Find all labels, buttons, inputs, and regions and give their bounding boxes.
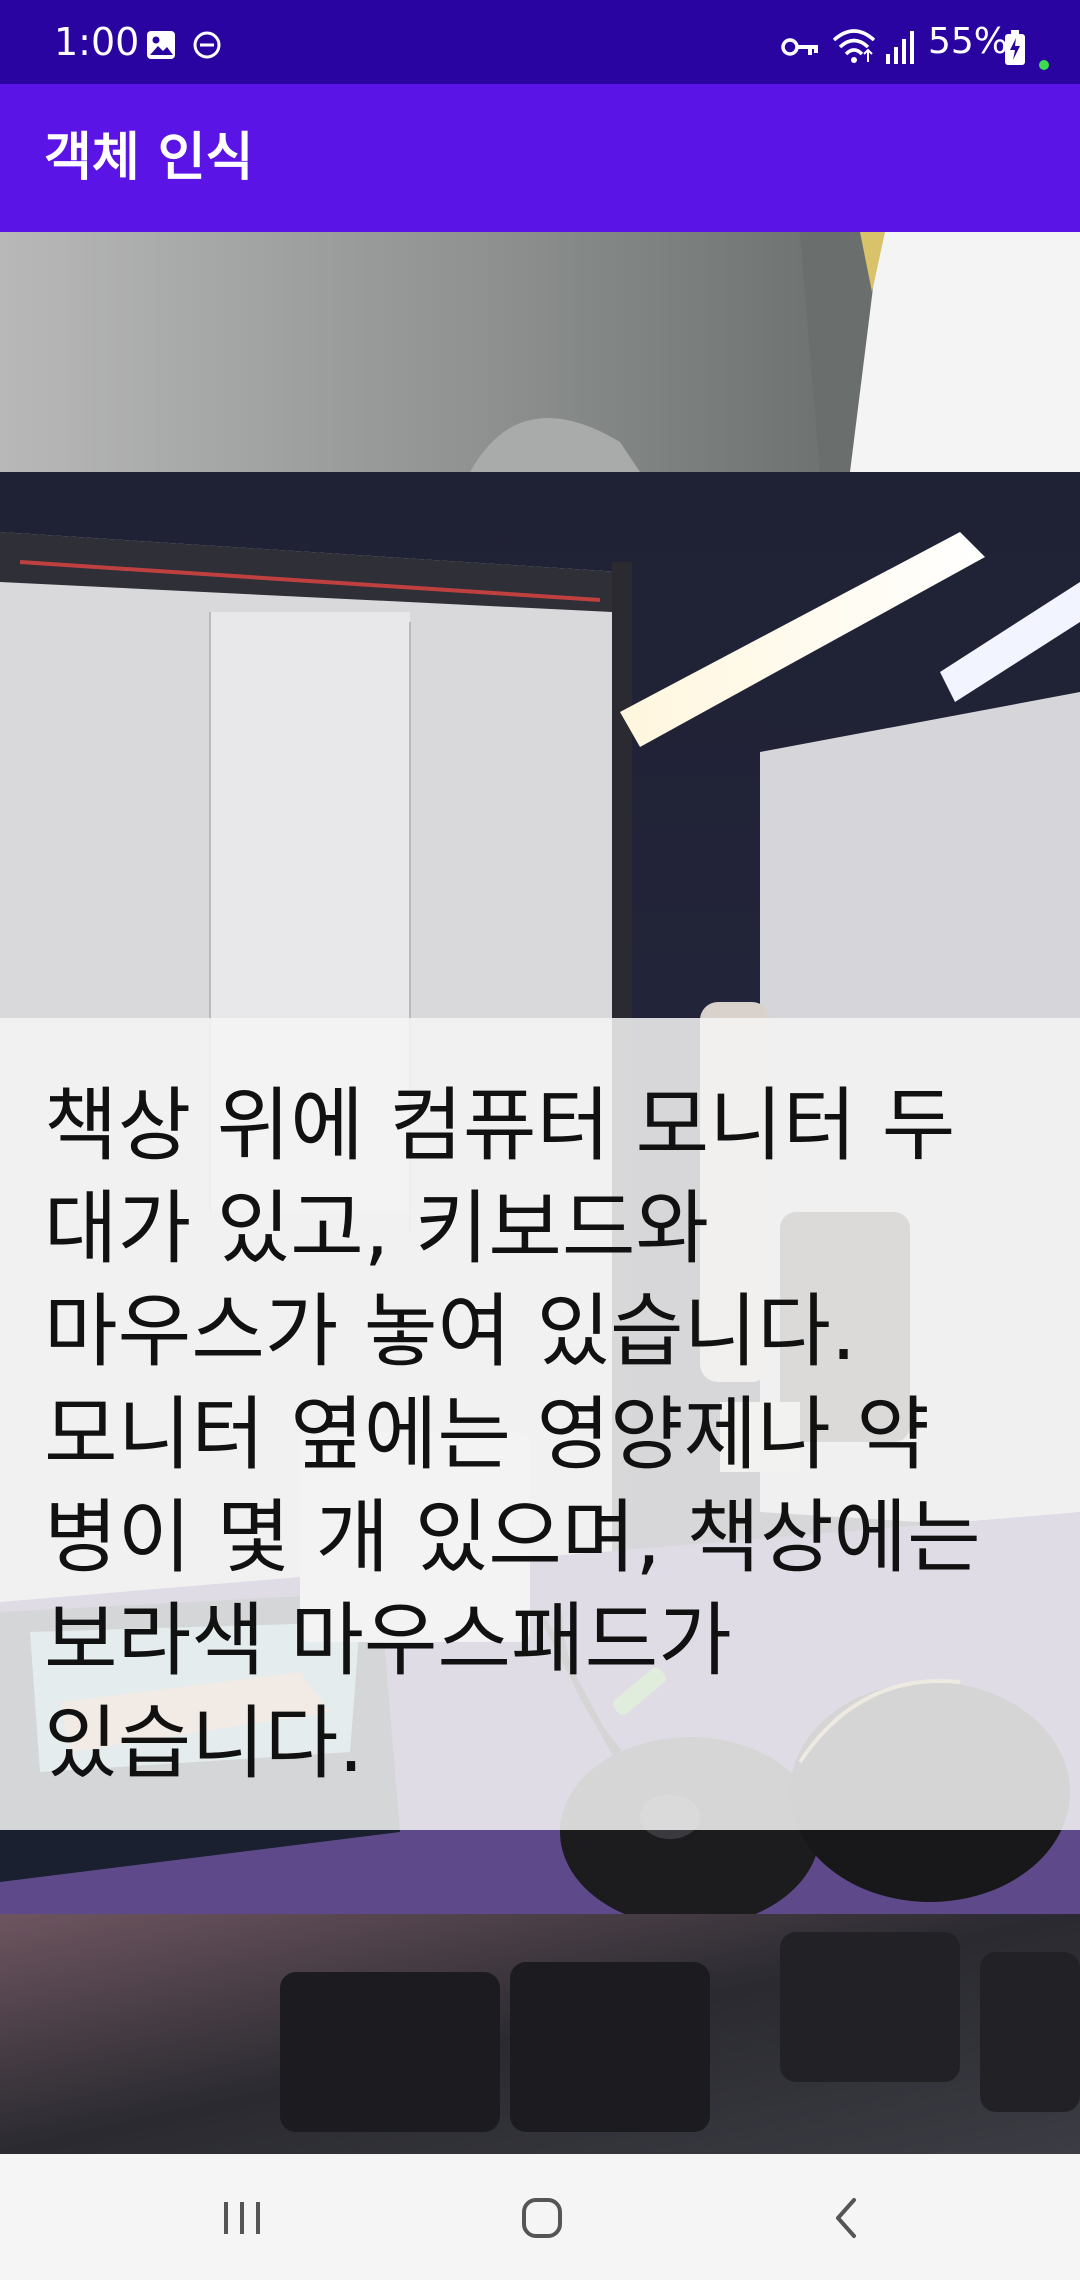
app-bar: 객체 인식 xyxy=(0,84,1080,232)
navigation-bar xyxy=(0,2154,1080,2280)
gallery-icon xyxy=(146,30,176,64)
signal-icon xyxy=(884,30,916,68)
recognition-caption: 책상 위에 컴퓨터 모니터 두 대가 있고, 키보드와 마우스가 놓여 있습니다… xyxy=(44,1079,981,1790)
recent-apps-button[interactable] xyxy=(202,2184,282,2252)
battery-charging-icon xyxy=(1004,30,1026,70)
back-button[interactable] xyxy=(806,2184,886,2252)
camera-preview[interactable]: 책상 위에 컴퓨터 모니터 두 대가 있고, 키보드와 마우스가 놓여 있습니다… xyxy=(0,232,1080,2154)
privacy-indicator-dot xyxy=(1038,56,1050,75)
recent-apps-icon xyxy=(224,2202,260,2234)
home-icon xyxy=(522,2198,562,2238)
do-not-disturb-icon xyxy=(192,30,222,64)
phone-screen: 1:00 55% 객체 인식 책상 위에 컴퓨터 모니터 두 대가 있고, 키보… xyxy=(0,0,1080,2280)
status-time: 1:00 xyxy=(54,20,140,64)
wifi-icon xyxy=(832,28,876,68)
status-bar: 1:00 55% xyxy=(0,0,1080,84)
home-button[interactable] xyxy=(502,2184,582,2252)
vpn-key-icon xyxy=(780,36,820,62)
app-title: 객체 인식 xyxy=(44,128,254,188)
back-icon xyxy=(836,2198,856,2238)
battery-percent: 55% xyxy=(928,21,1009,62)
recognition-result-panel: 책상 위에 컴퓨터 모니터 두 대가 있고, 키보드와 마우스가 놓여 있습니다… xyxy=(0,1018,1080,1830)
